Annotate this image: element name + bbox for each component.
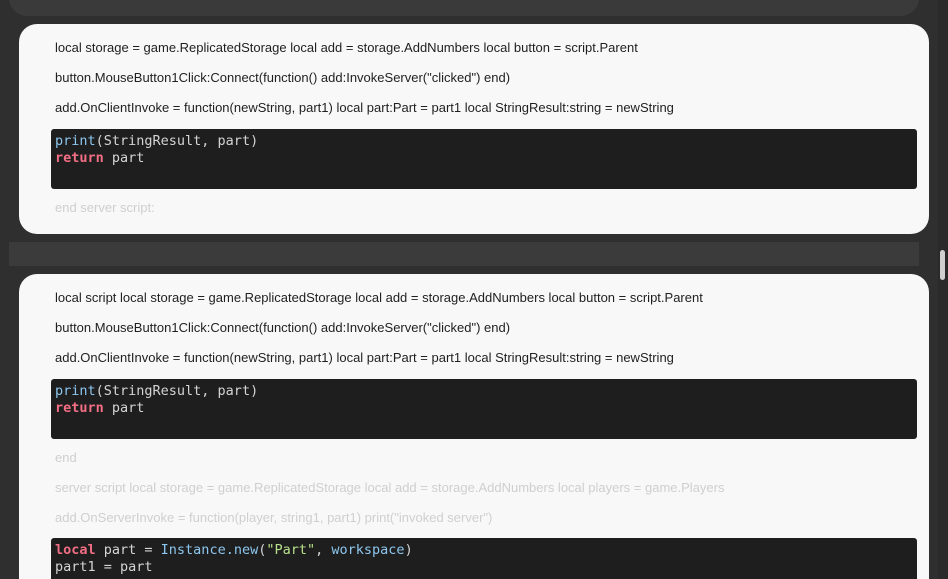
code-line: print(StringResult, part) bbox=[55, 383, 913, 400]
post-text-line: add.OnClientInvoke = function(newString,… bbox=[55, 100, 674, 115]
code-token: part = bbox=[95, 542, 161, 558]
code-block[interactable]: print(StringResult, part) return part bbox=[51, 129, 917, 189]
code-token: part bbox=[103, 150, 145, 166]
code-token: (StringResult, part) bbox=[95, 133, 259, 149]
post-text-line: local script local storage = game.Replic… bbox=[55, 290, 703, 305]
code-line: return part bbox=[55, 150, 913, 167]
code-token: return bbox=[55, 400, 104, 416]
faded-text-line: server script local storage = game.Repli… bbox=[55, 480, 725, 495]
code-token: print bbox=[55, 133, 96, 149]
faded-text-line: add.OnServerInvoke = function(player, st… bbox=[55, 510, 493, 525]
code-token: Instance.new bbox=[160, 542, 259, 558]
code-token: print bbox=[55, 383, 96, 399]
code-token: , bbox=[315, 542, 332, 558]
post-text-line: local storage = game.ReplicatedStorage l… bbox=[55, 40, 638, 55]
code-token: workspace bbox=[331, 542, 405, 558]
post-card: local script local storage = game.Replic… bbox=[19, 274, 929, 579]
post-separator bbox=[9, 242, 919, 266]
code-line: return part bbox=[55, 400, 913, 417]
post-text-line: button.MouseButton1Click:Connect(functio… bbox=[55, 70, 511, 85]
page: local storage = game.ReplicatedStorage l… bbox=[0, 0, 948, 579]
code-token: (StringResult, part) bbox=[95, 383, 259, 399]
post-text-line: add.OnClientInvoke = function(newString,… bbox=[55, 350, 674, 365]
code-line: part1 = part bbox=[55, 559, 913, 576]
code-line: local part = Instance.new("Part", worksp… bbox=[55, 542, 913, 559]
code-block[interactable]: print(StringResult, part) return part bbox=[51, 379, 917, 439]
code-line: print(StringResult, part) bbox=[55, 133, 913, 150]
faded-text-line: end server script: bbox=[55, 200, 155, 215]
code-block[interactable]: local part = Instance.new("Part", worksp… bbox=[51, 538, 917, 579]
code-token: local bbox=[55, 542, 96, 558]
scrollbar-thumb[interactable] bbox=[940, 250, 945, 280]
post-text-line: button.MouseButton1Click:Connect(functio… bbox=[55, 320, 511, 335]
previous-post-card bbox=[9, 0, 919, 16]
code-token: "Part" bbox=[266, 542, 316, 558]
code-token: part bbox=[103, 400, 145, 416]
vertical-scrollbar[interactable] bbox=[938, 0, 948, 579]
post-card: local storage = game.ReplicatedStorage l… bbox=[19, 24, 929, 234]
faded-text-line: end bbox=[55, 450, 77, 465]
code-token: part1 = part bbox=[55, 559, 153, 575]
code-token: return bbox=[55, 150, 104, 166]
code-token: ) bbox=[404, 542, 413, 558]
